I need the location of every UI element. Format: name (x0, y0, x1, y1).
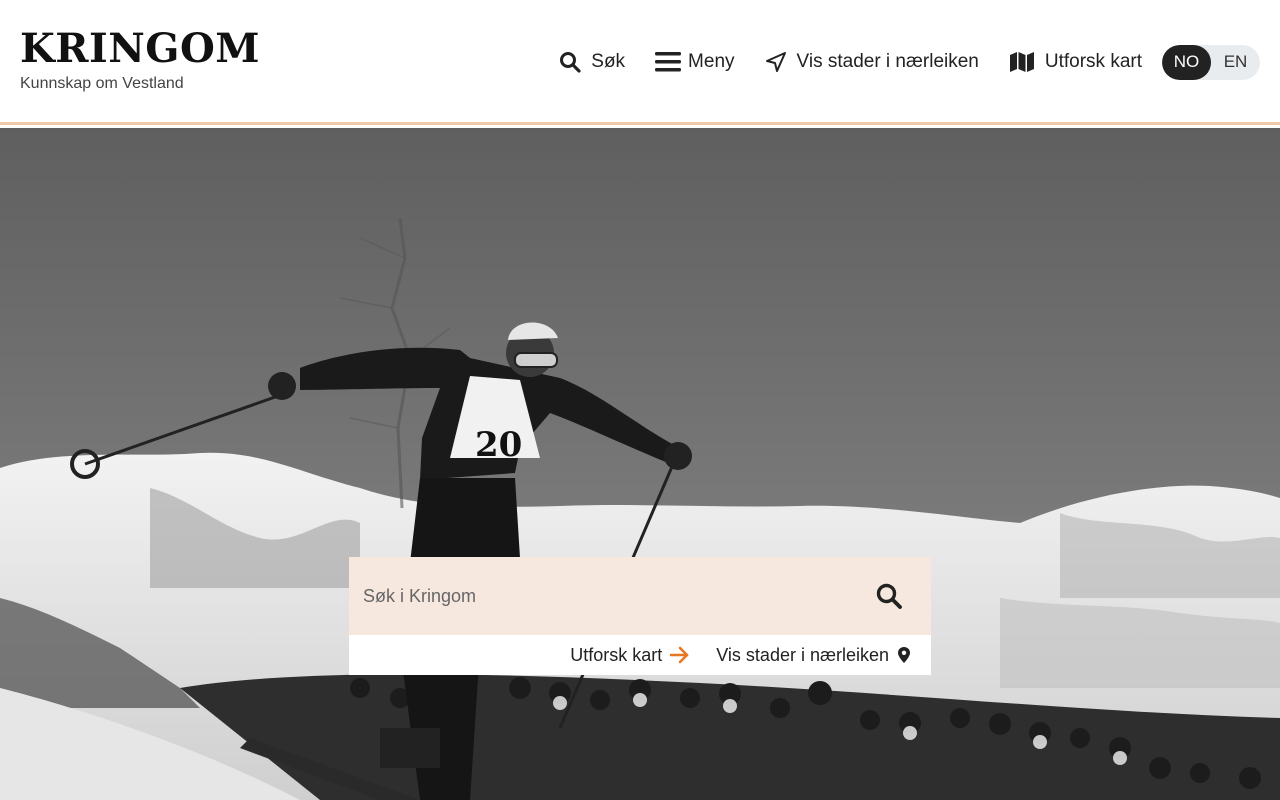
nearby-places-label: Vis stader i nærleiken (716, 644, 889, 665)
nav-nearby-button[interactable]: Vis stader i nærleiken (765, 44, 979, 80)
arrow-right-icon (670, 646, 690, 664)
language-switch: NO EN (1162, 44, 1260, 80)
nav-menu-label: Meny (688, 51, 735, 72)
nav-search-label: Søk (591, 51, 626, 72)
site-header: KRINGOM Kunnskap om Vestland Søk Meny Vi… (0, 0, 1280, 125)
bib-number: 20 (475, 425, 522, 465)
nav-search-button[interactable]: Søk (559, 44, 625, 80)
search-bar (349, 557, 931, 635)
navigation-arrow-icon (765, 51, 787, 73)
map-pin-icon (897, 646, 911, 664)
search-quick-links: Utforsk kart Vis stader i nærleiken (349, 635, 931, 675)
nav-menu-button[interactable]: Meny (655, 44, 735, 80)
nav-map-button[interactable]: Utforsk kart (1009, 44, 1142, 80)
lang-no-button[interactable]: NO (1162, 44, 1211, 80)
search-submit-button[interactable] (859, 557, 919, 635)
search-input[interactable] (349, 557, 859, 635)
menu-icon (655, 51, 682, 73)
map-icon (1009, 51, 1035, 73)
nav-map-label: Utforsk kart (1044, 51, 1142, 72)
lang-en-button[interactable]: EN (1211, 45, 1260, 80)
search-icon (559, 51, 581, 73)
brand[interactable]: KRINGOM Kunnskap om Vestland (20, 27, 260, 93)
hero-photo: 20 (0, 128, 1280, 800)
site-title[interactable]: KRINGOM (20, 27, 260, 71)
hero-image: 20 Utforsk kart Vis stader i nærleiken (0, 128, 1280, 800)
nav-nearby-label: Vis stader i nærleiken (796, 51, 979, 72)
main-nav: Søk Meny Vis stader i nærleiken Utforsk … (529, 44, 1260, 80)
explore-map-link[interactable]: Utforsk kart (570, 645, 690, 666)
explore-map-label: Utforsk kart (570, 644, 663, 665)
site-subtitle: Kunnskap om Vestland (20, 75, 184, 92)
search-icon (876, 583, 902, 609)
nearby-places-link[interactable]: Vis stader i nærleiken (716, 645, 911, 666)
